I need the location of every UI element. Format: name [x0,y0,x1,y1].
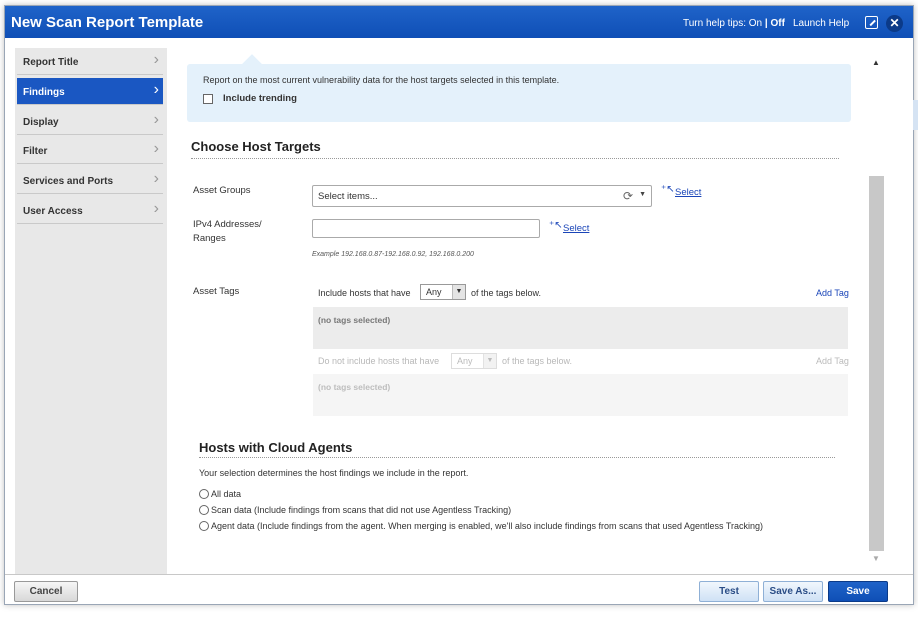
ipv4-ranges-input[interactable] [312,219,540,238]
asset-groups-select-link[interactable]: Select [675,187,701,198]
sidebar-item-findings[interactable]: Findings › [17,78,163,105]
ipv4-example: Example 192.168.0.87-192.168.0.92, 192.1… [312,251,474,258]
cloud-agents-heading: Hosts with Cloud Agents [199,440,353,455]
agent-data-radio[interactable] [199,521,209,531]
include-trending-checkbox[interactable] [203,94,213,104]
ipv4-label-line1: IPv4 Addresses/ [193,219,262,230]
launch-help-link[interactable]: Launch Help [793,18,849,29]
include-any-value: Any [426,287,442,297]
title-bar: New Scan Report Template Turn help tips:… [5,6,913,38]
sidebar-item-label: Filter [23,146,48,157]
info-box-pointer [242,54,262,74]
chevron-right-icon: › [153,170,159,187]
popout-icon[interactable] [865,16,878,29]
scroll-down-icon[interactable]: ▼ [872,554,880,563]
sidebar-item-services-and-ports[interactable]: Services and Ports › [17,167,163,194]
chevron-right-icon: › [153,51,159,68]
sidebar-item-label: Findings [23,87,65,98]
findings-description: Report on the most current vulnerability… [203,75,560,85]
exclude-hosts-prefix: Do not include hosts that have [318,356,440,366]
close-icon[interactable]: ✕ [886,15,903,32]
pointer-cursor-icon: ⁺↖ [661,184,675,195]
sidebar-item-display[interactable]: Display › [17,108,163,135]
sidebar-item-label: Services and Ports [23,176,114,187]
asset-groups-select[interactable]: Select items... ⟳ ▼ [312,185,652,207]
exclude-hosts-suffix: of the tags below. [502,356,573,366]
no-tags-text: (no tags selected) [318,382,391,392]
host-targets-heading: Choose Host Targets [191,139,321,154]
test-button[interactable]: Test [699,581,759,602]
asset-groups-label: Asset Groups [193,185,251,196]
help-tips-off[interactable]: Off [771,18,785,29]
divider [191,158,839,159]
scroll-up-icon[interactable]: ▲ [872,58,880,67]
chevron-right-icon: › [153,140,159,157]
scrollbar-thumb[interactable] [869,176,884,551]
sidebar-item-report-title[interactable]: Report Title › [17,48,163,75]
exclude-add-tag-link[interactable]: Add Tag [816,356,849,366]
dialog-title: New Scan Report Template [11,14,204,31]
findings-info-box: Report on the most current vulnerability… [187,54,851,122]
asset-tags-label: Asset Tags [193,286,240,297]
cloud-agents-description: Your selection determines the host findi… [199,468,469,478]
sidebar-item-label: Report Title [23,57,79,68]
include-any-select[interactable]: Any ▼ [420,284,466,300]
exclude-any-value: Any [457,356,473,366]
chevron-right-icon: › [153,111,159,128]
include-trending-label[interactable]: Include trending [223,93,297,104]
pointer-cursor-icon: ⁺↖ [549,220,563,231]
ipv4-label: IPv4 Addresses/ Ranges [193,218,262,246]
sidebar-item-label: Display [23,117,59,128]
help-tips-prefix: Turn help tips: [683,18,746,29]
dialog-footer: Cancel Test Save As... Save [5,574,913,604]
sidebar-item-filter[interactable]: Filter › [17,137,163,164]
all-data-label[interactable]: All data [211,489,241,499]
add-tag-link[interactable]: Add Tag [816,288,849,298]
divider [199,457,835,458]
exclude-tags-box: (no tags selected) [313,374,848,416]
findings-panel: Report on the most current vulnerability… [167,48,865,574]
all-data-radio[interactable] [199,489,209,499]
include-hosts-suffix: of the tags below. [471,288,542,298]
include-hosts-prefix: Include hosts that have [318,288,411,298]
include-tags-box: (no tags selected) [313,307,848,349]
ipv4-select-link[interactable]: Select [563,223,589,234]
chevron-down-icon[interactable]: ▼ [483,354,496,368]
content-scrollbar[interactable]: ▲ ▼ [869,58,884,568]
chevron-right-icon: › [153,81,159,98]
example-text: 192.168.0.87-192.168.0.92, 192.168.0.200 [341,251,474,258]
chevron-right-icon: › [153,200,159,217]
no-tags-text: (no tags selected) [318,315,391,325]
cancel-button[interactable]: Cancel [14,581,78,602]
chevron-down-icon[interactable]: ▼ [639,191,646,198]
sidebar-item-label: User Access [23,206,83,217]
chevron-down-icon[interactable]: ▼ [452,285,465,299]
help-tips-toggle: Turn help tips: On | Off [683,18,785,29]
wizard-sidebar: Report Title › Findings › Display › Filt… [15,48,167,574]
exclude-any-select[interactable]: Any ▼ [451,353,497,369]
help-tips-separator: | [764,18,768,29]
scan-data-radio[interactable] [199,505,209,515]
example-prefix: Example [312,251,340,258]
scan-data-label[interactable]: Scan data (Include findings from scans t… [211,505,511,515]
asset-groups-placeholder: Select items... [318,191,378,202]
save-as-button[interactable]: Save As... [763,581,823,602]
report-template-dialog: New Scan Report Template Turn help tips:… [4,5,914,605]
save-button[interactable]: Save [828,581,888,602]
help-tips-on[interactable]: On [749,18,762,29]
refresh-icon[interactable]: ⟳ [623,189,633,203]
ipv4-label-line2: Ranges [193,233,226,244]
agent-data-label[interactable]: Agent data (Include findings from the ag… [211,521,763,531]
sidebar-item-user-access[interactable]: User Access › [17,197,163,224]
background-edge [913,100,918,130]
